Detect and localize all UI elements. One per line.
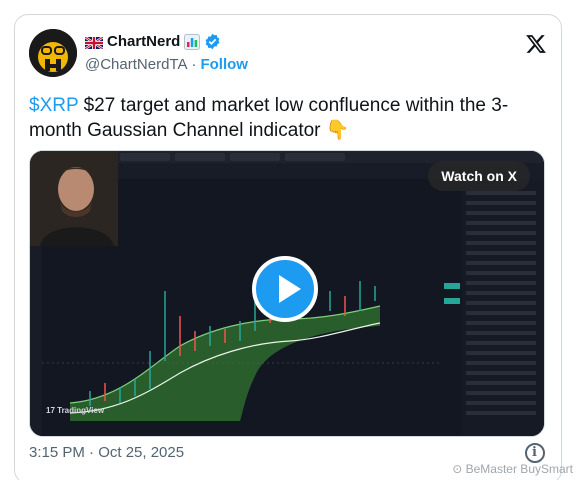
author-handle[interactable]: @ChartNerdTA — [85, 56, 187, 73]
uk-flag-icon — [84, 35, 104, 50]
x-logo-icon[interactable] — [525, 33, 547, 55]
author-display-name[interactable]: ChartNerd — [107, 33, 180, 50]
watermark: ⊙ BeMaster BuySmart — [452, 462, 573, 476]
bar-chart-icon — [184, 33, 201, 50]
pointing-down-icon: 👇 — [325, 120, 350, 141]
info-icon[interactable] — [525, 443, 545, 463]
verified-badge-icon — [204, 33, 221, 50]
play-icon[interactable] — [252, 256, 318, 322]
svg-text:17 TradingView: 17 TradingView — [46, 406, 105, 415]
watch-on-x-button[interactable]: Watch on X — [428, 161, 530, 191]
cashtag-link[interactable]: $XRP — [29, 95, 78, 116]
video-player[interactable]: 17 TradingView Watch on X — [29, 150, 545, 437]
follow-button[interactable]: Follow — [200, 56, 248, 73]
tweet-body: $27 target and market low confluence wit… — [29, 95, 509, 141]
author-handle-row: @ChartNerdTA · Follow — [85, 56, 248, 73]
tweet-timestamp[interactable]: 3:15 PM · Oct 25, 2025 — [29, 444, 184, 461]
author-avatar[interactable] — [29, 29, 77, 77]
author-name-row: ChartNerd — [84, 33, 221, 50]
separator-dot: · — [191, 56, 197, 73]
tweet-text: $XRP $27 target and market low confluenc… — [29, 93, 549, 143]
tweet-card[interactable]: ChartNerd @ChartNerdTA · Follow $XRP $27… — [14, 14, 562, 480]
